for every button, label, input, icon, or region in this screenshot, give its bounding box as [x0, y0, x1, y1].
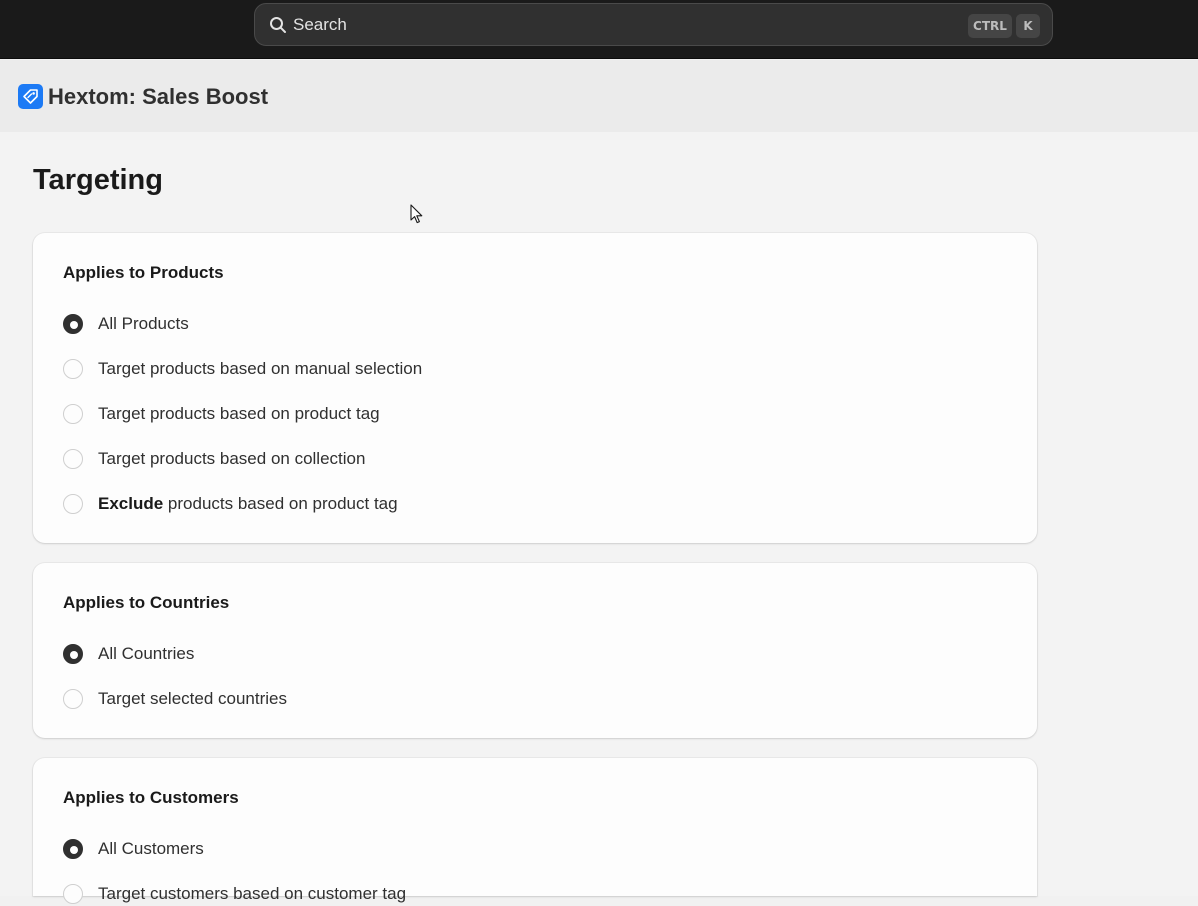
radio-button[interactable] — [63, 449, 83, 469]
radio-button-checked[interactable] — [63, 839, 83, 859]
page-content: Targeting Applies to Products All Produc… — [0, 132, 1198, 904]
radio-button[interactable] — [63, 689, 83, 709]
customers-heading: Applies to Customers — [63, 788, 239, 807]
radio-button[interactable] — [63, 404, 83, 424]
radio-button-checked[interactable] — [63, 644, 83, 664]
radio-button[interactable] — [63, 494, 83, 514]
app-header: Hextom: Sales Boost — [0, 60, 1198, 132]
products-targeting-card: Applies to Products All Products Target … — [33, 233, 1037, 543]
page-title: Targeting — [33, 164, 163, 196]
shortcut-ctrl-key: CTRL — [968, 14, 1012, 38]
search-bar[interactable]: Search CTRL K — [254, 3, 1053, 46]
radio-button-checked[interactable] — [63, 314, 83, 334]
option-label: Target products based on product tag — [98, 404, 380, 423]
search-icon — [270, 17, 286, 33]
option-label: Target products based on collection — [98, 449, 366, 468]
products-heading: Applies to Products — [63, 263, 224, 282]
admin-top-bar: Search CTRL K — [0, 0, 1198, 59]
option-label: All Countries — [98, 644, 195, 663]
search-placeholder: Search — [293, 15, 347, 34]
mouse-pointer-icon — [410, 204, 423, 224]
radio-selected-countries[interactable]: Target selected countries — [63, 687, 287, 711]
option-label: All Customers — [98, 839, 204, 858]
radio-customer-tag[interactable]: Target customers based on customer tag — [63, 882, 406, 906]
shortcut-k-key: K — [1016, 14, 1040, 38]
option-label: Target products based on manual selectio… — [98, 359, 423, 378]
radio-product-tag[interactable]: Target products based on product tag — [63, 402, 380, 426]
radio-all-products[interactable]: All Products — [63, 312, 189, 336]
radio-all-countries[interactable]: All Countries — [63, 642, 194, 666]
customers-targeting-card: Applies to Customers All Customers Targe… — [33, 758, 1037, 904]
radio-exclude-product-tag[interactable]: Exclude products based on product tag — [63, 492, 398, 516]
radio-manual-selection[interactable]: Target products based on manual selectio… — [63, 357, 422, 381]
radio-button[interactable] — [63, 359, 83, 379]
countries-targeting-card: Applies to Countries All Countries Targe… — [33, 563, 1037, 738]
radio-all-customers[interactable]: All Customers — [63, 837, 204, 861]
radio-button[interactable] — [63, 884, 83, 904]
radio-collection[interactable]: Target products based on collection — [63, 447, 365, 471]
option-label-strong: Exclude — [98, 494, 164, 513]
tag-icon — [18, 84, 43, 109]
option-label-rest: products based on product tag — [163, 494, 398, 513]
option-label: Target selected countries — [98, 689, 287, 708]
option-label: Target customers based on customer tag — [98, 884, 407, 903]
option-label: All Products — [98, 314, 189, 333]
countries-heading: Applies to Countries — [63, 593, 230, 612]
app-title: Hextom: Sales Boost — [48, 84, 269, 109]
option-label: Exclude products based on product tag — [98, 494, 398, 514]
